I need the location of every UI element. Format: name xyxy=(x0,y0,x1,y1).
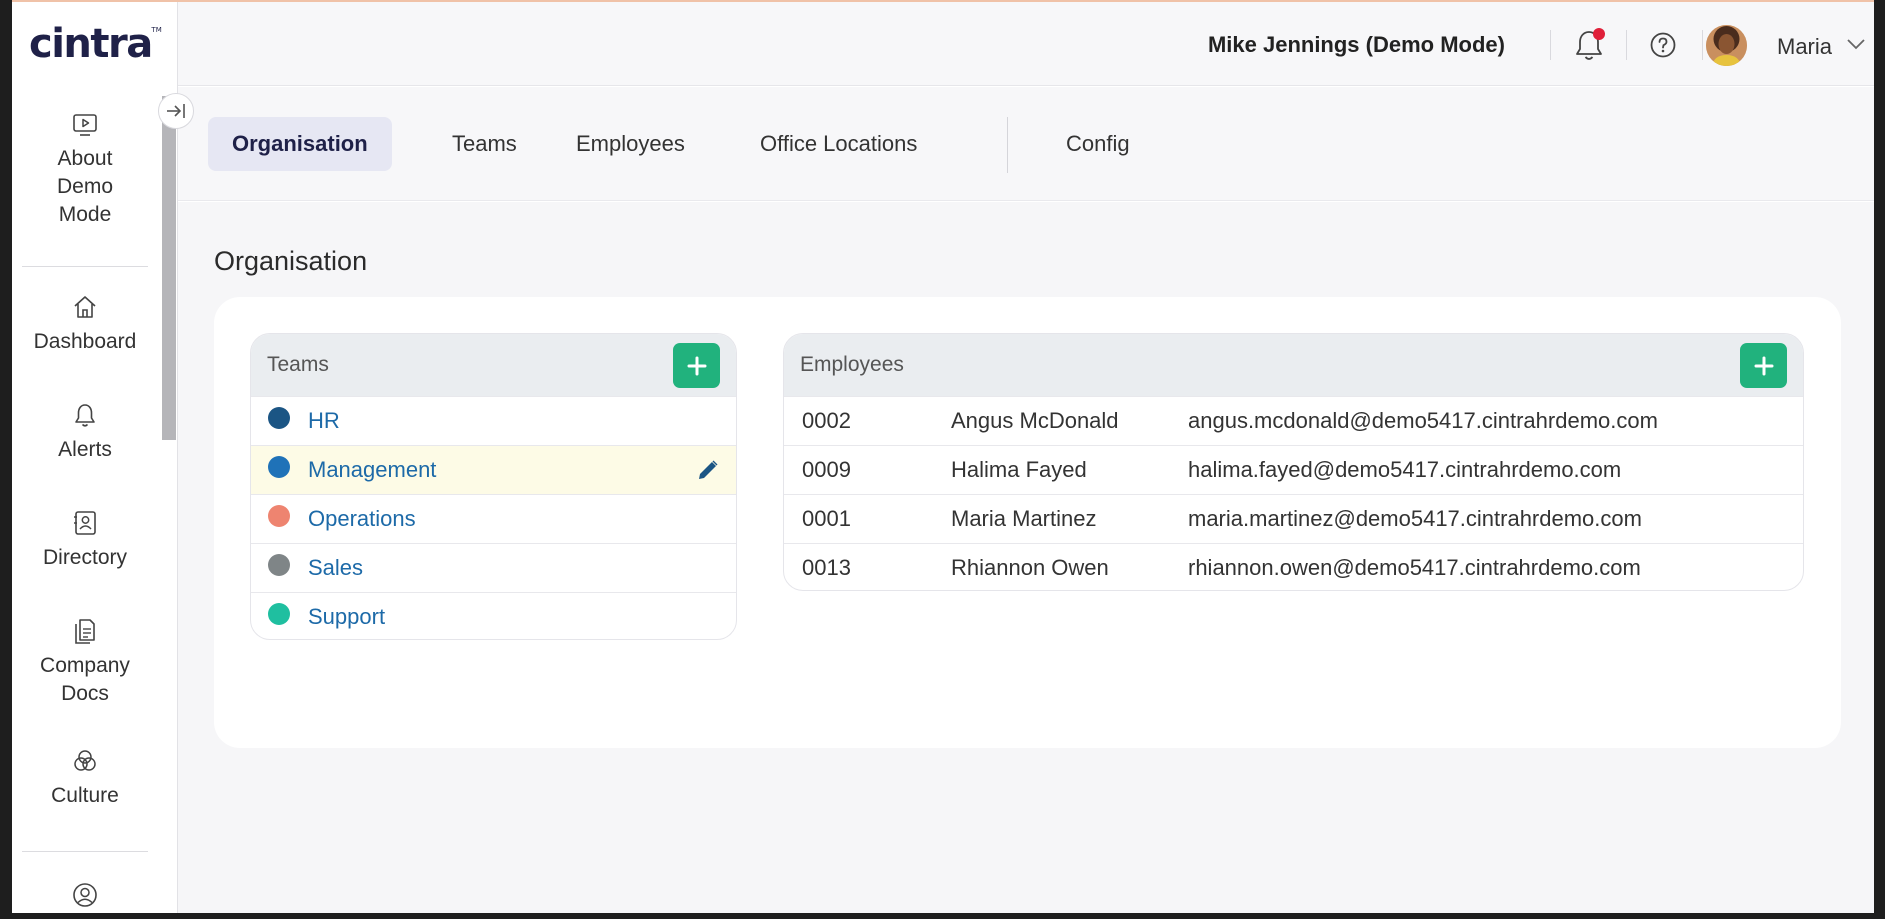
employee-name: Halima Fayed xyxy=(951,457,1087,482)
organisation-card: Teams HR Management Operations Sales Sup… xyxy=(214,297,1841,748)
sidebar-divider xyxy=(22,266,148,267)
sidebar-item-label: Directory xyxy=(42,546,127,569)
home-icon xyxy=(74,296,96,318)
sidebar-item-dashboard[interactable]: Dashboard xyxy=(12,294,158,356)
team-row-management[interactable]: Management xyxy=(251,445,736,494)
teams-panel-title: Teams xyxy=(267,353,329,376)
user-avatar[interactable] xyxy=(1706,25,1747,66)
sidebar-item-about-demo-mode[interactable]: About Demo Mode xyxy=(12,113,158,229)
team-color-dot xyxy=(268,603,290,625)
team-color-dot xyxy=(268,456,290,478)
employee-email: halima.fayed@demo5417.cintrahrdemo.com xyxy=(1188,457,1622,482)
page-title: Organisation xyxy=(214,246,368,276)
team-name[interactable]: Operations xyxy=(308,506,416,532)
team-row-hr[interactable]: HR xyxy=(251,396,736,445)
employees-panel-header: Employees xyxy=(784,334,1803,396)
employee-name: Rhiannon Owen xyxy=(951,555,1109,580)
sidebar-divider xyxy=(22,851,148,852)
sidebar-scrollbar[interactable] xyxy=(162,96,176,440)
document-icon xyxy=(75,619,95,644)
team-color-dot xyxy=(268,407,290,429)
sidebar-item-label: Dashboard xyxy=(33,330,137,353)
sidebar-item-profile[interactable] xyxy=(12,882,158,913)
notification-dot xyxy=(1593,28,1605,40)
employee-id: 0002 xyxy=(802,408,851,433)
team-name[interactable]: Support xyxy=(308,604,385,630)
top-accent-line xyxy=(0,0,1885,2)
collapse-arrow-icon xyxy=(167,104,185,118)
sidebar-item-culture[interactable]: Culture xyxy=(12,748,158,810)
sidebar-nav: About Demo Mode Dashboard Alerts Directo… xyxy=(12,86,178,913)
collapse-sidebar-button[interactable] xyxy=(158,93,194,129)
tab-config[interactable]: Config xyxy=(1042,117,1154,171)
team-row-support[interactable]: Support xyxy=(251,592,736,639)
employee-row[interactable]: 0009 Halima Fayed halima.fayed@demo5417.… xyxy=(784,445,1803,494)
employee-id: 0013 xyxy=(802,555,851,580)
add-employee-button[interactable] xyxy=(1740,343,1787,388)
team-color-dot xyxy=(268,505,290,527)
add-team-button[interactable] xyxy=(673,343,720,388)
sidebar-item-directory[interactable]: Directory xyxy=(12,510,158,572)
team-row-sales[interactable]: Sales xyxy=(251,543,736,592)
video-icon xyxy=(73,114,97,136)
tab-divider xyxy=(1007,117,1008,173)
employee-email: maria.martinez@demo5417.cintrahrdemo.com xyxy=(1188,506,1642,531)
employee-id: 0009 xyxy=(802,457,851,482)
app-header: cintra TM Mike Jennings (Demo Mode) Maria xyxy=(12,2,1874,86)
sidebar-item-company-docs[interactable]: Company Docs xyxy=(12,618,158,708)
logo-area[interactable]: cintra TM xyxy=(12,2,178,86)
user-name[interactable]: Maria xyxy=(1777,34,1832,60)
sidebar-item-label: About Demo Mode xyxy=(56,147,114,226)
employee-name: Angus McDonald xyxy=(951,408,1119,433)
employee-id: 0001 xyxy=(802,506,851,531)
employee-email: angus.mcdonald@demo5417.cintrahrdemo.com xyxy=(1188,408,1658,433)
notifications-bell-icon[interactable] xyxy=(1572,27,1608,63)
employee-email: rhiannon.owen@demo5417.cintrahrdemo.com xyxy=(1188,555,1641,580)
chevron-down-icon[interactable] xyxy=(1846,37,1866,51)
help-icon[interactable] xyxy=(1649,31,1677,59)
sidebar-item-label: Culture xyxy=(51,784,119,807)
cintra-logo[interactable]: cintra TM xyxy=(29,21,162,67)
employee-row[interactable]: 0002 Angus McDonald angus.mcdonald@demo5… xyxy=(784,396,1803,445)
tab-employees[interactable]: Employees xyxy=(552,117,709,171)
employees-panel-title: Employees xyxy=(800,353,904,376)
logo-text: cintra xyxy=(29,21,153,67)
employee-name: Maria Martinez xyxy=(951,506,1097,531)
tab-bar: Organisation Teams Employees Office Loca… xyxy=(178,87,1874,201)
culture-circles-icon xyxy=(74,750,96,771)
teams-panel: Teams HR Management Operations Sales Sup… xyxy=(250,333,737,640)
bell-icon xyxy=(75,404,95,427)
plus-icon xyxy=(687,356,706,375)
teams-panel-header: Teams xyxy=(251,334,736,396)
main-content: Organisation Teams HR Management Operati… xyxy=(178,202,1874,913)
demo-user-label: Mike Jennings (Demo Mode) xyxy=(1207,32,1505,57)
employees-panel: Employees 0002 Angus McDonald angus.mcdo… xyxy=(783,333,1804,591)
tab-teams[interactable]: Teams xyxy=(428,117,541,171)
tab-office-locations[interactable]: Office Locations xyxy=(736,117,941,171)
team-name[interactable]: Sales xyxy=(308,555,363,581)
employee-row[interactable]: 0013 Rhiannon Owen rhiannon.owen@demo541… xyxy=(784,543,1803,590)
sidebar-item-alerts[interactable]: Alerts xyxy=(12,402,158,464)
user-circle-icon xyxy=(73,883,97,907)
plus-icon xyxy=(1754,356,1773,375)
header-divider xyxy=(1702,30,1703,60)
header-divider xyxy=(1550,30,1551,60)
employee-row[interactable]: 0001 Maria Martinez maria.martinez@demo5… xyxy=(784,494,1803,543)
team-name[interactable]: Management xyxy=(308,457,436,483)
tab-organisation[interactable]: Organisation xyxy=(208,117,392,171)
team-row-operations[interactable]: Operations xyxy=(251,494,736,543)
sidebar-item-label: Alerts xyxy=(58,438,112,461)
team-color-dot xyxy=(268,554,290,576)
pencil-edit-icon[interactable] xyxy=(696,458,720,482)
header-divider xyxy=(1626,30,1627,60)
contact-card-icon xyxy=(74,511,96,535)
team-name[interactable]: HR xyxy=(308,408,340,434)
sidebar-item-label: Company Docs xyxy=(40,654,130,705)
logo-trademark: TM xyxy=(151,26,162,34)
